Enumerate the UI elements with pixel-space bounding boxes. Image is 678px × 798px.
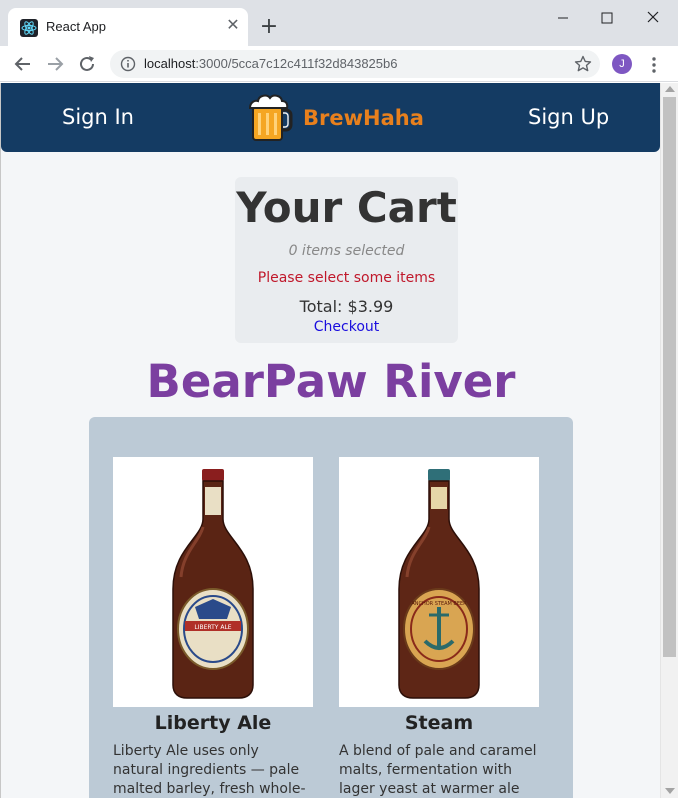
maximize-icon[interactable] xyxy=(584,0,630,36)
bookmark-star-icon[interactable] xyxy=(574,55,592,73)
browser-tab[interactable]: React App ✕ xyxy=(8,8,248,46)
brewery-title: BearPaw River xyxy=(146,355,516,408)
beer-description: A blend of pale and caramel malts, ferme… xyxy=(339,743,537,797)
beer-list: LIBERTY ALE Liberty Ale Liberty Ale uses… xyxy=(89,417,573,798)
site-navbar: Sign In BrewHaha Sign Up xyxy=(1,83,660,152)
beer-bottle-image: ANCHOR STEAM BEER xyxy=(339,457,539,707)
beer-bottle-image: LIBERTY ALE xyxy=(113,457,313,707)
scroll-down-arrow-icon[interactable] xyxy=(665,788,675,794)
beer-mug-icon[interactable] xyxy=(247,93,293,143)
browser-titlebar: React App ✕ + xyxy=(0,0,678,46)
back-arrow-icon[interactable] xyxy=(12,53,34,75)
beer-card[interactable]: LIBERTY ALE Liberty Ale Liberty Ale uses… xyxy=(113,457,313,798)
url-path: :3000/5cca7c12c411f32d843825b6 xyxy=(195,56,398,71)
cart-item-count: 0 items selected xyxy=(288,243,405,259)
label-text: ANCHOR STEAM BEER xyxy=(411,601,467,607)
tab-title: React App xyxy=(46,19,106,34)
cart-title: Your Cart xyxy=(236,183,457,232)
beer-card[interactable]: ANCHOR STEAM BEER Steam A blend of pale … xyxy=(339,457,539,798)
browser-toolbar: localhost:3000/5cca7c12c411f32d843825b6 xyxy=(0,46,678,82)
beer-description: Liberty Ale uses only natural ingredient… xyxy=(113,743,306,797)
react-icon xyxy=(20,19,38,37)
info-icon[interactable] xyxy=(120,56,136,72)
address-bar[interactable]: localhost:3000/5cca7c12c411f32d843825b6 xyxy=(110,50,600,78)
vertical-scrollbar[interactable] xyxy=(660,83,678,798)
beer-bottle-icon: LIBERTY ALE xyxy=(172,469,254,699)
reload-icon[interactable] xyxy=(76,53,98,75)
scroll-up-arrow-icon[interactable] xyxy=(665,86,675,92)
profile-avatar[interactable]: J xyxy=(612,54,632,74)
url-text[interactable]: localhost:3000/5cca7c12c411f32d843825b6 xyxy=(144,56,397,71)
scrollbar-thumb[interactable] xyxy=(663,97,676,657)
beer-bottle-icon: ANCHOR STEAM BEER xyxy=(398,469,480,699)
label-text: LIBERTY ALE xyxy=(194,624,231,631)
brand-name[interactable]: BrewHaha xyxy=(303,106,424,130)
minimize-icon[interactable] xyxy=(540,0,586,36)
page-viewport: Sign In BrewHaha Sign Up Your Cart 0 ite… xyxy=(0,83,660,798)
sign-in-link[interactable]: Sign In xyxy=(62,105,134,129)
url-host: localhost xyxy=(144,56,196,71)
menu-dots-icon[interactable] xyxy=(646,55,662,75)
close-window-icon[interactable] xyxy=(630,0,676,36)
new-tab-icon[interactable]: + xyxy=(258,16,280,38)
close-tab-icon[interactable]: ✕ xyxy=(224,16,242,34)
beer-name: Steam xyxy=(404,712,474,734)
beer-name: Liberty Ale xyxy=(154,712,272,734)
sign-up-link[interactable]: Sign Up xyxy=(528,105,609,129)
forward-arrow-icon[interactable] xyxy=(44,53,66,75)
cart-panel: Your Cart 0 items selected Please select… xyxy=(235,177,458,343)
cart-warning: Please select some items xyxy=(257,270,436,286)
checkout-link[interactable]: Checkout xyxy=(235,319,458,335)
cart-total: Total: $3.99 xyxy=(299,297,394,316)
